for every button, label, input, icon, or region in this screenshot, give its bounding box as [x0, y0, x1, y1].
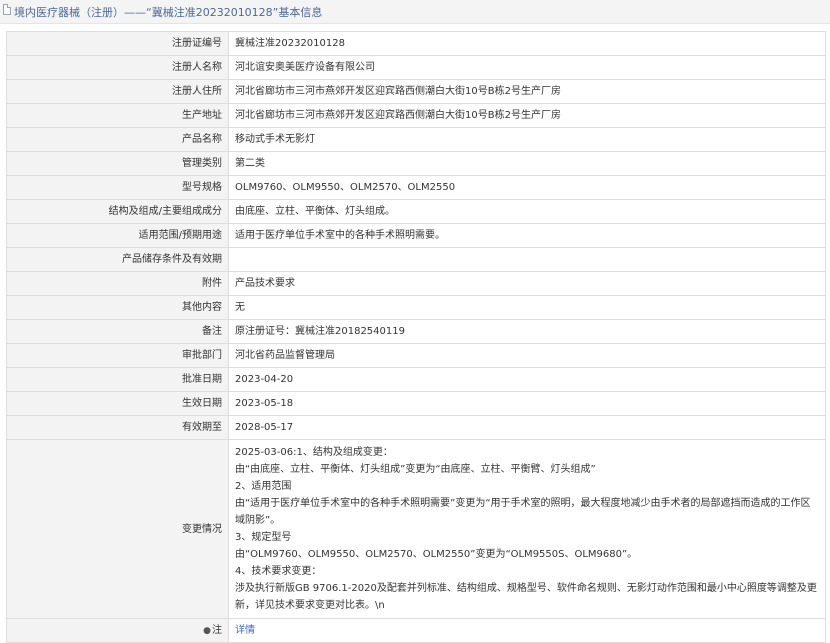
field-label: 批准日期 — [6, 367, 229, 392]
field-value — [228, 247, 826, 272]
field-value: 第二类 — [228, 151, 826, 176]
field-label: 产品储存条件及有效期 — [6, 247, 229, 272]
field-value: 河北省廊坊市三河市燕郊开发区迎宾路西侧潮白大街10号B栋2号生产厂房 — [228, 103, 826, 128]
changes-value: 2025-03-06:1、结构及组成变更： 由“由底座、立柱、平衡体、灯头组成”… — [228, 439, 826, 619]
note-label-cell: ●注 — [6, 618, 229, 643]
field-label: 结构及组成/主要组成成分 — [6, 199, 229, 224]
table-row-note: ●注 详情 — [6, 618, 826, 643]
table-row: 有效期至 2028-05-17 — [6, 415, 826, 440]
change-line: 由“由底座、立柱、平衡体、灯头组成”变更为“由底座、立柱、平衡臂、灯头组成” — [235, 464, 596, 475]
field-label: 有效期至 — [6, 415, 229, 440]
field-value: 冀械注准20232010128 — [228, 31, 826, 56]
field-label: 附件 — [6, 271, 229, 296]
field-value: 无 — [228, 295, 826, 320]
field-value: 移动式手术无影灯 — [228, 127, 826, 152]
field-label: 管理类别 — [6, 151, 229, 176]
field-label: 审批部门 — [6, 343, 229, 368]
field-value: 河北省药品监督管理局 — [228, 343, 826, 368]
change-line: 4、技术要求变更： — [235, 566, 322, 577]
field-value: 2028-05-17 — [228, 415, 826, 440]
table-row: 适用范围/预期用途 适用于医疗单位手术室中的各种手术照明需要。 — [6, 223, 826, 248]
field-label: 其他内容 — [6, 295, 229, 320]
field-label: 变更情况 — [6, 439, 229, 619]
page-header: 境内医疗器械（注册）——“冀械注准20232010128”基本信息 — [0, 0, 830, 24]
table-row: 审批部门 河北省药品监督管理局 — [6, 343, 826, 368]
table-row: 注册证编号 冀械注准20232010128 — [6, 31, 826, 56]
field-value: 由底座、立柱、平衡体、灯头组成。 — [228, 199, 826, 224]
table-row: 生效日期 2023-05-18 — [6, 391, 826, 416]
field-label: 注册人住所 — [6, 79, 229, 104]
field-label: 生效日期 — [6, 391, 229, 416]
field-value: OLM9760、OLM9550、OLM2570、OLM2550 — [228, 175, 826, 200]
field-value: 2023-05-18 — [228, 391, 826, 416]
field-label: 生产地址 — [6, 103, 229, 128]
table-row: 附件 产品技术要求 — [6, 271, 826, 296]
table-row: 型号规格 OLM9760、OLM9550、OLM2570、OLM2550 — [6, 175, 826, 200]
pin-icon: ● — [203, 625, 211, 636]
field-label: 产品名称 — [6, 127, 229, 152]
table-row: 备注 原注册证号：冀械注准20182540119 — [6, 319, 826, 344]
change-line: 3、规定型号 — [235, 532, 292, 543]
table-row-changes: 变更情况 2025-03-06:1、结构及组成变更： 由“由底座、立柱、平衡体、… — [6, 439, 826, 619]
table-row: 批准日期 2023-04-20 — [6, 367, 826, 392]
table-row: 产品名称 移动式手术无影灯 — [6, 127, 826, 152]
field-value: 原注册证号：冀械注准20182540119 — [228, 319, 826, 344]
field-value: 河北谊安奥美医疗设备有限公司 — [228, 55, 826, 80]
document-icon — [3, 4, 11, 15]
change-line: 涉及执行新版GB 9706.1-2020及配套并列标准、结构组成、规格型号、软件… — [235, 583, 817, 611]
table-row: 管理类别 第二类 — [6, 151, 826, 176]
table-row: 生产地址 河北省廊坊市三河市燕郊开发区迎宾路西侧潮白大街10号B栋2号生产厂房 — [6, 103, 826, 128]
table-row: 结构及组成/主要组成成分 由底座、立柱、平衡体、灯头组成。 — [6, 199, 826, 224]
table-row: 其他内容 无 — [6, 295, 826, 320]
details-link[interactable]: 详情 — [235, 625, 255, 636]
field-label: 备注 — [6, 319, 229, 344]
change-line: 2、适用范围 — [235, 481, 292, 492]
field-value: 河北省廊坊市三河市燕郊开发区迎宾路西侧潮白大街10号B栋2号生产厂房 — [228, 79, 826, 104]
info-table: 注册证编号 冀械注准20232010128 注册人名称 河北谊安奥美医疗设备有限… — [6, 31, 826, 643]
note-label: 注 — [212, 624, 222, 636]
field-value: 2023-04-20 — [228, 367, 826, 392]
change-line: 由“OLM9760、OLM9550、OLM2570、OLM2550”变更为“OL… — [235, 549, 638, 560]
note-value: 详情 — [228, 618, 826, 643]
field-label: 注册证编号 — [6, 31, 229, 56]
field-label: 适用范围/预期用途 — [6, 223, 229, 248]
table-row: 注册人名称 河北谊安奥美医疗设备有限公司 — [6, 55, 826, 80]
table-row: 产品储存条件及有效期 — [6, 247, 826, 272]
change-line: 2025-03-06:1、结构及组成变更： — [235, 447, 393, 458]
change-line: 由“适用于医疗单位手术室中的各种手术照明需要”变更为“用于手术室的照明，最大程度… — [235, 498, 811, 526]
field-label: 注册人名称 — [6, 55, 229, 80]
field-value: 产品技术要求 — [228, 271, 826, 296]
field-label: 型号规格 — [6, 175, 229, 200]
field-value: 适用于医疗单位手术室中的各种手术照明需要。 — [228, 223, 826, 248]
page-title: 境内医疗器械（注册）——“冀械注准20232010128”基本信息 — [14, 6, 323, 19]
table-row: 注册人住所 河北省廊坊市三河市燕郊开发区迎宾路西侧潮白大街10号B栋2号生产厂房 — [6, 79, 826, 104]
